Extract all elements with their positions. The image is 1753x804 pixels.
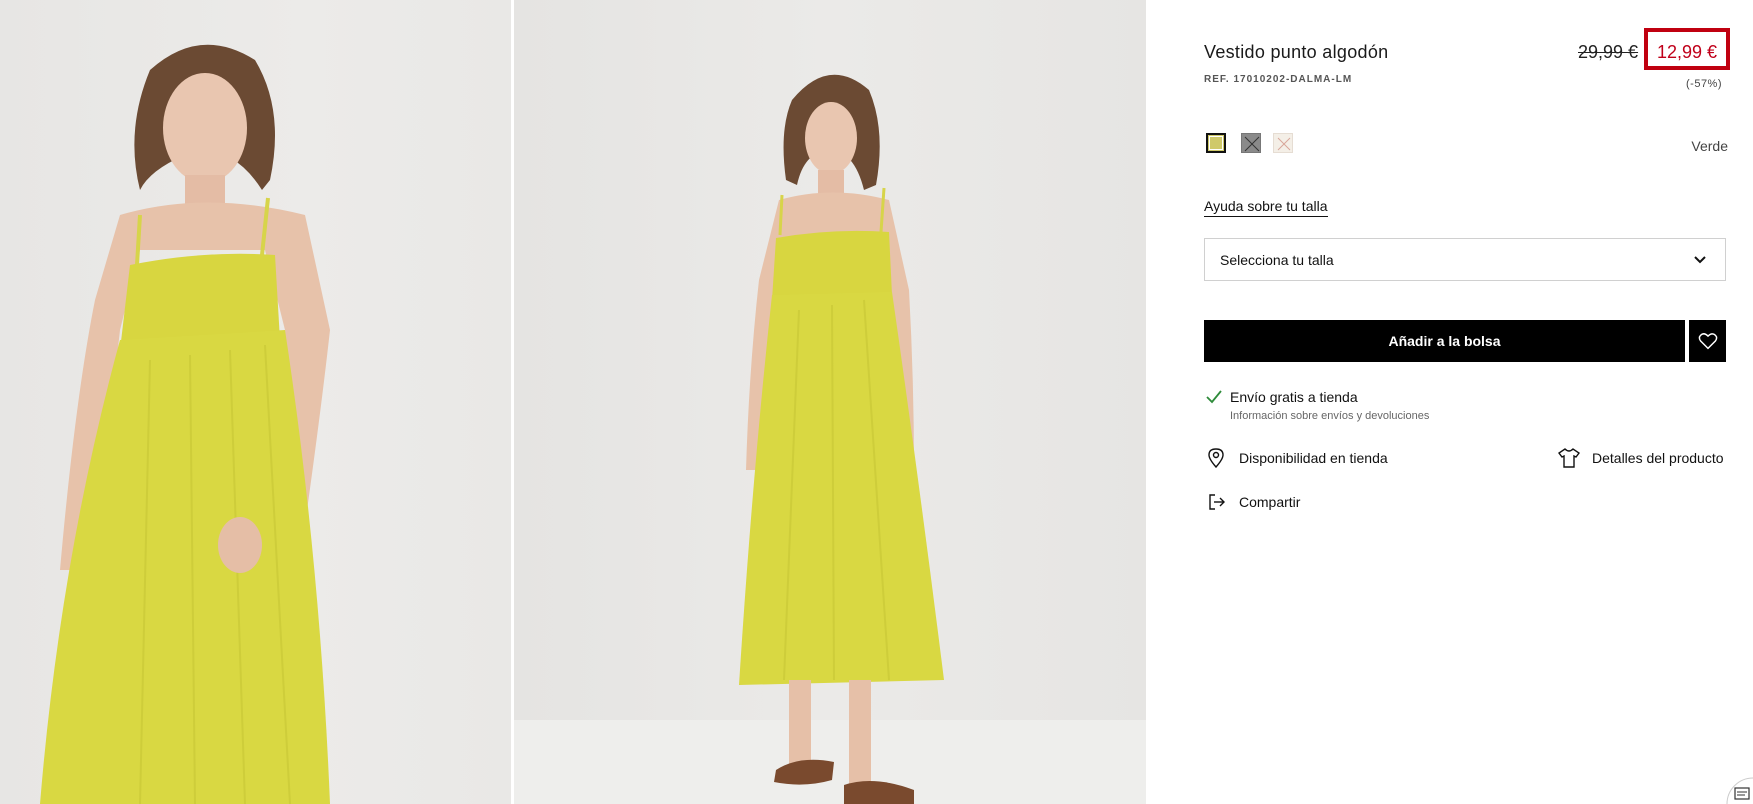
add-to-bag-button[interactable]: Añadir a la bolsa (1204, 320, 1685, 362)
color-swatch-ecru[interactable] (1273, 133, 1293, 153)
color-swatch-green[interactable] (1206, 133, 1226, 153)
chat-icon[interactable] (1721, 774, 1753, 804)
unavailable-cross-icon (1277, 137, 1291, 151)
color-swatch-grey[interactable] (1241, 133, 1261, 153)
unavailable-cross-icon (1244, 136, 1260, 152)
model-illustration-1 (40, 44, 330, 804)
product-info-panel: Vestido punto algodón REF. 17010202-DALM… (1146, 0, 1753, 804)
share-icon (1209, 494, 1225, 510)
heart-icon (1698, 333, 1718, 350)
shipping-info-link[interactable]: Información sobre envíos y devoluciones (1230, 410, 1429, 422)
store-availability-link[interactable]: Disponibilidad en tienda (1239, 450, 1388, 466)
product-title: Vestido punto algodón (1204, 42, 1389, 62)
product-reference: REF. 17010202-DALMA-LM (1204, 74, 1353, 85)
free-shipping-text: Envío gratis a tienda (1230, 389, 1358, 405)
discount-percentage: (-57%) (1686, 78, 1723, 90)
original-price: 29,99 € (1578, 42, 1639, 62)
share-link[interactable]: Compartir (1239, 494, 1300, 510)
location-pin-icon (1208, 448, 1224, 468)
product-image-2[interactable] (514, 0, 1146, 804)
size-select-dropdown[interactable]: Selecciona tu talla (1204, 238, 1726, 281)
size-select-label: Selecciona tu talla (1220, 252, 1334, 268)
size-help-link[interactable]: Ayuda sobre tu talla (1204, 198, 1328, 217)
tshirt-icon (1558, 448, 1580, 468)
product-details-link[interactable]: Detalles del producto (1592, 450, 1724, 466)
add-to-favorites-button[interactable] (1689, 320, 1726, 362)
check-icon (1206, 390, 1222, 404)
product-image-1[interactable] (0, 0, 511, 804)
model-illustration-2 (514, 74, 1146, 804)
chevron-down-icon (1694, 256, 1706, 264)
sale-price: 12,99 € (1657, 42, 1718, 62)
selected-color-name: Verde (1691, 138, 1728, 154)
